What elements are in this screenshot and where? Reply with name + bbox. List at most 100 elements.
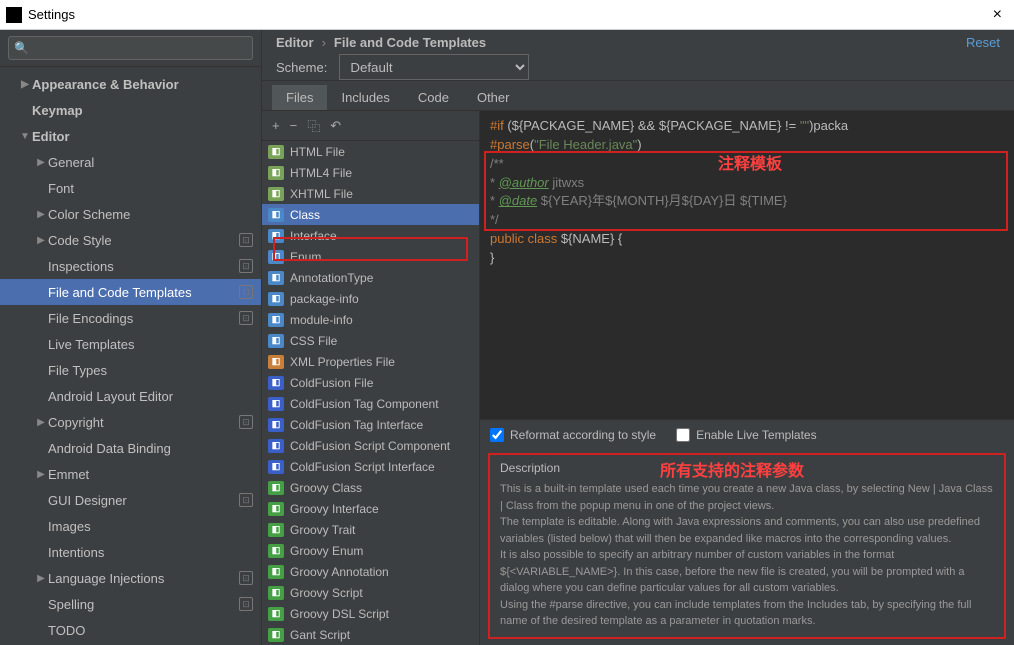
tree-label: File and Code Templates	[48, 285, 261, 300]
copy-button[interactable]: ⿻	[307, 116, 320, 135]
file-type-icon: ◧	[268, 586, 284, 600]
breadcrumb-root[interactable]: Editor	[276, 35, 314, 50]
template-row[interactable]: ◧Groovy Class	[262, 477, 479, 498]
add-button[interactable]: +	[272, 118, 280, 133]
content-pane: Editor › File and Code Templates Reset S…	[262, 30, 1014, 645]
scope-badge-icon: ⊡	[239, 415, 253, 429]
tree-item[interactable]: File and Code Templates⊡	[0, 279, 261, 305]
template-row[interactable]: ◧Groovy DSL Script	[262, 603, 479, 624]
editor-column: #if (${PACKAGE_NAME} && ${PACKAGE_NAME} …	[480, 111, 1014, 645]
template-label: Groovy Enum	[290, 544, 363, 558]
template-row[interactable]: ◧Interface	[262, 225, 479, 246]
tab-code[interactable]: Code	[404, 85, 463, 110]
template-row[interactable]: ◧Groovy Trait	[262, 519, 479, 540]
template-label: XML Properties File	[290, 355, 395, 369]
template-row[interactable]: ◧ XML Properties File	[262, 351, 479, 372]
tree-item[interactable]: GUI Designer⊡	[0, 487, 261, 513]
template-row[interactable]: ◧Gant Script	[262, 624, 479, 645]
breadcrumb-sep: ›	[322, 35, 326, 50]
template-list[interactable]: ◧HTML File◧HTML4 File◧XHTML File◧Class◧I…	[262, 141, 479, 645]
window-title: Settings	[28, 7, 75, 22]
template-row[interactable]: ◧ColdFusion Script Component	[262, 435, 479, 456]
remove-button[interactable]: −	[290, 118, 298, 133]
scope-badge-icon: ⊡	[239, 259, 253, 273]
tree-item[interactable]: ▶Code Style⊡	[0, 227, 261, 253]
tree-label: GUI Designer	[48, 493, 261, 508]
tree-label: File Encodings	[48, 311, 261, 326]
undo-button[interactable]: ↶	[330, 118, 341, 134]
description-body[interactable]: This is a built-in template used each ti…	[500, 481, 994, 631]
file-type-icon: ◧	[268, 355, 284, 369]
tree-item[interactable]: Live Templates	[0, 331, 261, 357]
tree-item[interactable]: ▼Editor	[0, 123, 261, 149]
expand-icon: ▶	[34, 209, 48, 220]
reset-link[interactable]: Reset	[966, 35, 1000, 50]
template-row[interactable]: ◧CSS File	[262, 330, 479, 351]
tree-item[interactable]: ▶Appearance & Behavior	[0, 71, 261, 97]
close-icon[interactable]: ×	[987, 6, 1008, 24]
tree-item[interactable]: ▶General	[0, 149, 261, 175]
tree-item[interactable]: File Types	[0, 357, 261, 383]
tree-item[interactable]: ▶Emmet	[0, 461, 261, 487]
template-label: Groovy DSL Script	[290, 607, 389, 621]
scope-badge-icon: ⊡	[239, 493, 253, 507]
scheme-select[interactable]: Default	[339, 54, 529, 80]
template-row[interactable]: ◧HTML4 File	[262, 162, 479, 183]
template-row[interactable]: ◧module-info	[262, 309, 479, 330]
breadcrumb-leaf: File and Code Templates	[334, 35, 486, 50]
tree-item[interactable]: Inspections⊡	[0, 253, 261, 279]
tab-other[interactable]: Other	[463, 85, 524, 110]
search-icon: 🔍	[14, 41, 29, 55]
template-label: ColdFusion Script Component	[290, 439, 450, 453]
template-row[interactable]: ◧XHTML File	[262, 183, 479, 204]
template-row[interactable]: ◧ColdFusion File	[262, 372, 479, 393]
tree-item[interactable]: ▶Copyright⊡	[0, 409, 261, 435]
search-input[interactable]	[8, 36, 253, 60]
template-row[interactable]: ◧ Groovy Script	[262, 582, 479, 603]
tree-item[interactable]: Spelling⊡	[0, 591, 261, 617]
template-row[interactable]: ◧Class	[262, 204, 479, 225]
scope-badge-icon: ⊡	[239, 233, 253, 247]
tree-label: Keymap	[32, 103, 261, 118]
tree-item[interactable]: ▶Color Scheme	[0, 201, 261, 227]
settings-tree[interactable]: ▶Appearance & BehaviorKeymap▼Editor▶Gene…	[0, 67, 261, 645]
template-label: HTML4 File	[290, 166, 352, 180]
template-label: module-info	[290, 313, 353, 327]
template-row[interactable]: ◧AnnotationType	[262, 267, 479, 288]
tree-item[interactable]: Font	[0, 175, 261, 201]
tree-item[interactable]: Keymap	[0, 97, 261, 123]
template-row[interactable]: ◧Groovy Enum	[262, 540, 479, 561]
tree-item[interactable]: Android Data Binding	[0, 435, 261, 461]
tab-files[interactable]: Files	[272, 85, 327, 110]
tree-item[interactable]: ▶Language Injections⊡	[0, 565, 261, 591]
template-row[interactable]: ◧ColdFusion Tag Component	[262, 393, 479, 414]
template-row[interactable]: ◧ColdFusion Tag Interface	[262, 414, 479, 435]
template-label: ColdFusion Script Interface	[290, 460, 435, 474]
reformat-checkbox[interactable]: Reformat according to style	[490, 428, 656, 442]
template-row[interactable]: ◧package-info	[262, 288, 479, 309]
tree-item[interactable]: Android Layout Editor	[0, 383, 261, 409]
template-label: Groovy Script	[290, 586, 363, 600]
scope-badge-icon: ⊡	[239, 311, 253, 325]
annotation-label-1: 注释模板	[718, 153, 782, 176]
template-row[interactable]: ◧HTML File	[262, 141, 479, 162]
template-label: Gant Script	[290, 628, 350, 642]
annotation-label-2: 所有支持的注释参数	[660, 457, 804, 481]
editor-options: Reformat according to style Enable Live …	[480, 419, 1014, 449]
tree-item[interactable]: Images	[0, 513, 261, 539]
tab-includes[interactable]: Includes	[327, 85, 403, 110]
template-label: HTML File	[290, 145, 345, 159]
code-editor[interactable]: #if (${PACKAGE_NAME} && ${PACKAGE_NAME} …	[480, 111, 1014, 419]
scope-badge-icon: ⊡	[239, 597, 253, 611]
template-row[interactable]: ◧Enum	[262, 246, 479, 267]
template-row[interactable]: ◧Groovy Annotation	[262, 561, 479, 582]
tree-label: General	[48, 155, 261, 170]
tree-label: Spelling	[48, 597, 261, 612]
template-row[interactable]: ◧ColdFusion Script Interface	[262, 456, 479, 477]
expand-icon: ▼	[18, 131, 32, 142]
tree-item[interactable]: TODO	[0, 617, 261, 643]
live-templates-checkbox[interactable]: Enable Live Templates	[676, 428, 817, 442]
template-row[interactable]: ◧Groovy Interface	[262, 498, 479, 519]
tree-item[interactable]: File Encodings⊡	[0, 305, 261, 331]
tree-item[interactable]: Intentions	[0, 539, 261, 565]
